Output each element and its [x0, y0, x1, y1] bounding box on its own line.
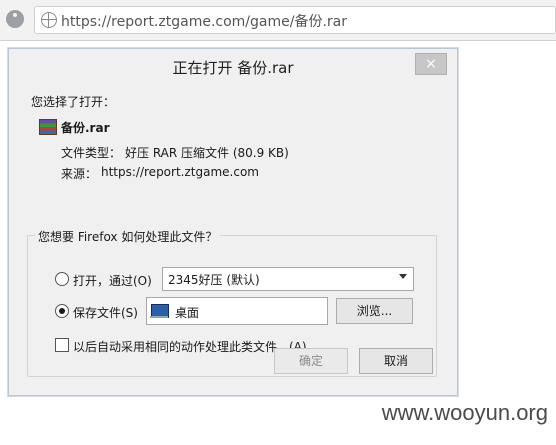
- address-text[interactable]: https://report.ztgame.com/game/备份.rar: [61, 11, 347, 31]
- desktop-icon: [150, 304, 169, 318]
- back-button[interactable]: [6, 10, 24, 28]
- close-button[interactable]: ×: [415, 53, 447, 75]
- browse-button[interactable]: 浏览...: [336, 298, 413, 324]
- selected-prompt: 您选择了打开：: [31, 95, 116, 109]
- open-with-radio[interactable]: [55, 272, 69, 286]
- watermark-text: www.wooyun.org: [381, 400, 548, 425]
- file-type-value: 好压 RAR 压缩文件 (80.9 KB): [125, 146, 289, 160]
- file-name: 备份.rar: [61, 121, 110, 135]
- ok-button[interactable]: 确定: [274, 348, 348, 374]
- open-with-select[interactable]: 2345好压 (默认): [162, 267, 414, 291]
- dialog-title: 正在打开 备份.rar: [172, 59, 294, 77]
- globe-icon: [41, 12, 57, 28]
- save-location-field[interactable]: 桌面: [146, 297, 328, 325]
- action-question: 您想要 Firefox 如何处理此文件？: [35, 228, 221, 245]
- source-label: 来源：: [61, 167, 98, 181]
- save-location-text: 桌面: [175, 306, 200, 320]
- save-file-label[interactable]: 保存文件(S): [73, 304, 138, 321]
- auto-action-label[interactable]: 以后自动采用相同的动作处理此类文件。(A): [73, 338, 307, 355]
- dialog-content: 您选择了打开： 备份.rar 文件类型： 好压 RAR 压缩文件 (80.9 K…: [9, 87, 457, 395]
- address-bar[interactable]: https://report.ztgame.com/game/备份.rar: [34, 6, 556, 34]
- source-value: https://report.ztgame.com: [101, 165, 259, 179]
- download-dialog: 正在打开 备份.rar × 您选择了打开： 备份.rar 文件类型： 好压 RA…: [8, 48, 458, 396]
- auto-action-checkbox[interactable]: [55, 338, 69, 352]
- file-type-label: 文件类型：: [61, 146, 122, 160]
- browser-toolbar: https://report.ztgame.com/game/备份.rar: [0, 0, 556, 41]
- cancel-button[interactable]: 取消: [359, 348, 433, 374]
- chevron-down-icon: [399, 274, 407, 279]
- open-with-app: 2345好压 (默认): [168, 273, 260, 287]
- save-file-radio[interactable]: [55, 304, 69, 318]
- open-with-label[interactable]: 打开，通过(O): [73, 272, 152, 289]
- dialog-titlebar: 正在打开 备份.rar ×: [9, 49, 457, 87]
- rar-file-icon: [39, 119, 57, 135]
